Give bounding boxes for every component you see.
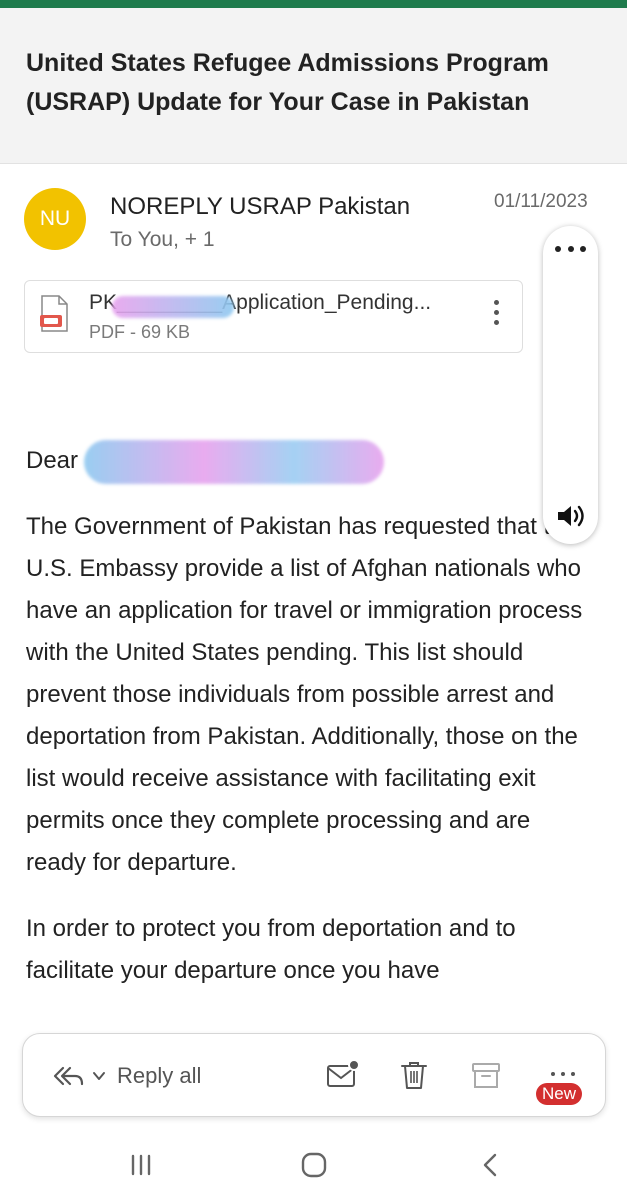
email-body: Dear The Government of Pakistan has requ… bbox=[26, 440, 586, 1016]
home-icon[interactable] bbox=[299, 1150, 329, 1180]
chevron-down-icon bbox=[93, 1072, 105, 1080]
reply-all-label: Reply all bbox=[117, 1063, 202, 1088]
subject-header: United States Refugee Admissions Program… bbox=[0, 8, 627, 164]
reply-all-button[interactable]: Reply all bbox=[51, 1060, 201, 1092]
trash-icon[interactable] bbox=[397, 1058, 431, 1092]
redaction-attachment bbox=[112, 296, 234, 318]
attachment-card[interactable]: PK_________Application_Pending... PDF - … bbox=[24, 280, 523, 353]
back-icon[interactable] bbox=[476, 1150, 506, 1180]
more-actions-icon[interactable] bbox=[551, 1072, 575, 1078]
redaction-name bbox=[84, 440, 384, 484]
pdf-icon bbox=[40, 295, 68, 332]
system-nav-bar bbox=[0, 1130, 627, 1200]
recent-apps-icon[interactable] bbox=[126, 1150, 156, 1180]
body-paragraph-1: The Government of Pakistan has requested… bbox=[26, 513, 583, 876]
email-date: 01/11/2023 bbox=[494, 191, 588, 212]
top-accent-bar bbox=[0, 0, 627, 8]
attachment-more-icon[interactable] bbox=[491, 300, 501, 332]
action-bar: Reply all New bbox=[22, 1033, 606, 1117]
more-options-icon[interactable] bbox=[555, 246, 586, 254]
sender-name[interactable]: NOREPLY USRAP Pakistan bbox=[110, 193, 410, 221]
email-subject: United States Refugee Admissions Program… bbox=[26, 49, 549, 116]
body-paragraph-2: In order to protect you from deportation… bbox=[26, 915, 516, 984]
attachment-meta: PDF - 69 KB bbox=[89, 322, 191, 342]
new-badge: New bbox=[536, 1083, 583, 1105]
reply-all-icon bbox=[53, 1066, 84, 1086]
archive-icon[interactable] bbox=[469, 1058, 503, 1092]
sender-avatar[interactable]: NU bbox=[24, 188, 86, 250]
floating-side-panel[interactable] bbox=[543, 226, 598, 544]
recipients-line[interactable]: To You, + 1 bbox=[110, 228, 215, 252]
speaker-icon[interactable] bbox=[555, 502, 587, 530]
mark-unread-icon[interactable] bbox=[325, 1058, 359, 1092]
